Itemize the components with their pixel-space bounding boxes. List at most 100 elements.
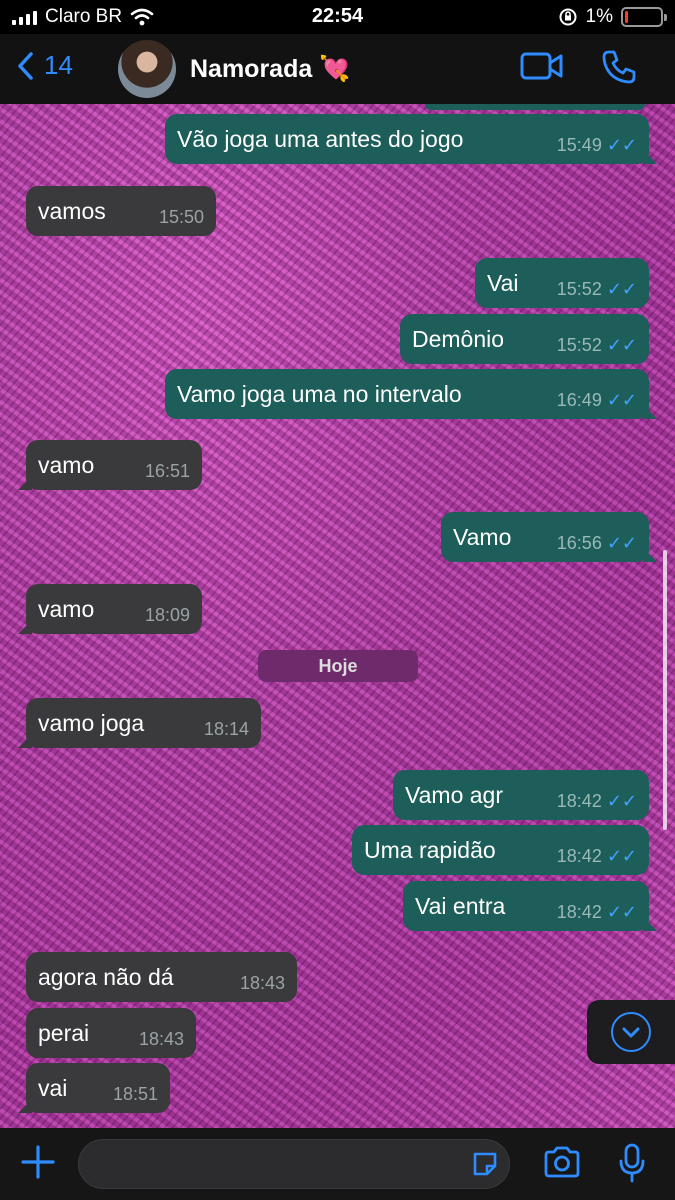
chevron-down-icon — [611, 1012, 651, 1052]
message-meta: 18:42 ✓✓ — [557, 791, 637, 812]
unread-count: 14 — [44, 50, 73, 80]
input-bar — [0, 1128, 675, 1200]
message-in[interactable]: vamo 16:51 — [18, 440, 202, 490]
message-out[interactable]: Vai 15:52 ✓✓ — [475, 258, 649, 308]
message-meta: 18:42 ✓✓ — [557, 846, 637, 867]
message-meta: 16:49 ✓✓ — [557, 390, 637, 411]
message-text: perai — [38, 1020, 90, 1046]
battery-percent: 1% — [585, 6, 613, 27]
message-text: Vamo — [453, 524, 512, 550]
message-text: Vai entra — [415, 893, 506, 919]
message-time: 16:56 — [556, 533, 602, 553]
message-text: Vai — [487, 270, 519, 296]
bubble-tail — [18, 620, 32, 634]
message-meta: 18:51 — [113, 1084, 158, 1105]
message-time: 16:51 — [144, 461, 190, 481]
message-meta: 15:52 ✓✓ — [557, 335, 637, 356]
chat-area[interactable]: Vão joga uma antes do jogo 15:49 ✓✓ vamos… — [0, 104, 675, 1128]
date-divider: Hoje — [258, 650, 418, 682]
message-time: 18:43 — [239, 973, 285, 993]
microphone-icon[interactable] — [618, 1142, 646, 1184]
scrollbar[interactable] — [663, 550, 667, 830]
bubble-tail — [643, 917, 657, 931]
read-ticks-icon: ✓✓ — [606, 135, 637, 155]
message-in[interactable]: agora não dá 18:43 — [26, 952, 297, 1002]
bubble-tail — [643, 405, 657, 419]
message-in[interactable]: vamo joga 18:14 — [18, 698, 261, 748]
message-text: agora não dá — [38, 964, 174, 990]
camera-icon[interactable] — [543, 1145, 581, 1179]
message-time: 18:09 — [144, 605, 190, 625]
message-text: vai — [38, 1075, 68, 1101]
read-ticks-icon: ✓✓ — [606, 791, 637, 811]
status-right: 1% — [558, 6, 667, 28]
message-out[interactable]: Demônio 15:52 ✓✓ — [400, 314, 649, 364]
message-text: Vão joga uma antes do jogo — [177, 126, 464, 152]
chevron-left-icon — [18, 51, 33, 80]
message-out[interactable]: Vamo agr 18:42 ✓✓ — [393, 770, 649, 820]
message-text: Uma rapidão — [364, 837, 496, 863]
message-time: 15:50 — [158, 207, 204, 227]
message-time: 18:42 — [556, 846, 602, 866]
message-time: 18:14 — [203, 719, 249, 739]
message-meta: 18:09 — [145, 605, 190, 626]
status-bar: Claro BR 22:54 1% — [0, 0, 675, 34]
read-ticks-icon: ✓✓ — [606, 390, 637, 410]
phone-icon[interactable] — [600, 48, 638, 86]
partial-message — [425, 104, 645, 110]
message-out[interactable]: Vamo 16:56 ✓✓ — [441, 512, 657, 562]
message-in[interactable]: vamo 18:09 — [18, 584, 202, 634]
message-time: 18:43 — [138, 1029, 184, 1049]
read-ticks-icon: ✓✓ — [606, 335, 637, 355]
bubble-tail — [643, 150, 657, 164]
read-ticks-icon: ✓✓ — [606, 279, 637, 299]
plus-icon[interactable] — [20, 1144, 56, 1180]
rotation-lock-icon — [559, 8, 577, 26]
message-time: 16:49 — [556, 390, 602, 410]
message-text: Vamo agr — [405, 782, 504, 808]
battery-fill — [625, 11, 628, 23]
message-out[interactable]: Vai entra 18:42 ✓✓ — [403, 881, 657, 931]
back-button[interactable]: 14 — [16, 50, 73, 81]
sticker-icon[interactable] — [470, 1149, 500, 1179]
message-text: Vamo joga uma no intervalo — [177, 381, 462, 407]
message-time: 15:52 — [556, 335, 602, 355]
message-out[interactable]: Vamo joga uma no intervalo 16:49 ✓✓ — [165, 369, 657, 419]
message-meta: 18:43 — [139, 1029, 184, 1050]
message-meta: 18:43 — [240, 973, 285, 994]
message-text: vamo — [38, 452, 95, 478]
bubble-tail — [18, 476, 32, 490]
message-in[interactable]: vai 18:51 — [18, 1063, 170, 1113]
message-time: 18:42 — [556, 791, 602, 811]
scroll-to-bottom-button[interactable] — [587, 1000, 675, 1064]
message-time: 18:51 — [112, 1084, 158, 1104]
read-ticks-icon: ✓✓ — [606, 533, 637, 553]
message-in[interactable]: vamos 15:50 — [26, 186, 216, 236]
message-meta: 15:52 ✓✓ — [557, 279, 637, 300]
message-text: vamo joga — [38, 710, 145, 736]
message-out[interactable]: Uma rapidão 18:42 ✓✓ — [352, 825, 649, 875]
message-meta: 16:51 — [145, 461, 190, 482]
message-time: 15:52 — [556, 279, 602, 299]
bubble-tail — [18, 1099, 32, 1113]
message-meta: 18:42 ✓✓ — [557, 902, 637, 923]
bubble-tail — [18, 734, 32, 748]
message-text: Demônio — [412, 326, 505, 352]
message-meta: 18:14 — [204, 719, 249, 740]
message-in[interactable]: perai 18:43 — [26, 1008, 196, 1058]
message-text: vamos — [38, 198, 106, 224]
message-out[interactable]: Vão joga uma antes do jogo 15:49 ✓✓ — [165, 114, 657, 164]
message-text: vamo — [38, 596, 95, 622]
message-meta: 15:49 ✓✓ — [557, 135, 637, 156]
avatar[interactable] — [118, 40, 176, 98]
video-call-icon[interactable] — [520, 50, 564, 82]
read-ticks-icon: ✓✓ — [606, 902, 637, 922]
message-meta: 15:50 — [159, 207, 204, 228]
battery-icon — [621, 7, 667, 27]
bubble-tail — [643, 548, 657, 562]
message-input[interactable] — [79, 1140, 459, 1188]
message-time: 15:49 — [556, 135, 602, 155]
message-meta: 16:56 ✓✓ — [557, 533, 637, 554]
message-time: 18:42 — [556, 902, 602, 922]
contact-name[interactable]: Namorada 💘 — [190, 55, 350, 84]
